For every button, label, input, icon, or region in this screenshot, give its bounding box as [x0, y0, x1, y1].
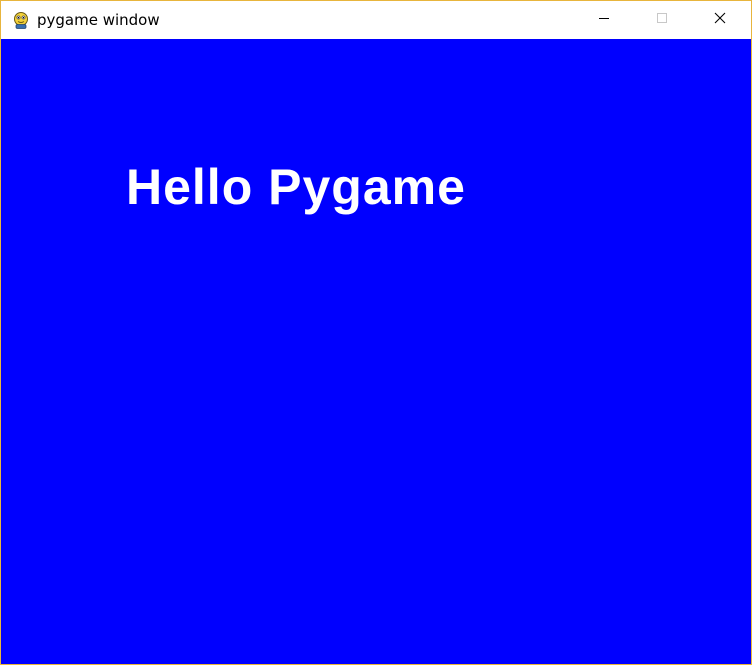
hello-text: Hello Pygame: [126, 159, 466, 215]
pygame-window: pygame window Hello Pygame: [0, 0, 752, 665]
minimize-button[interactable]: [575, 1, 633, 39]
minimize-icon: [598, 11, 610, 29]
maximize-icon: [656, 11, 668, 29]
close-icon: [714, 11, 726, 29]
maximize-button[interactable]: [633, 1, 691, 39]
pygame-snake-icon[interactable]: [11, 10, 31, 30]
close-button[interactable]: [691, 1, 749, 39]
game-canvas[interactable]: Hello Pygame: [1, 39, 751, 664]
window-title: pygame window: [37, 11, 160, 29]
title-bar[interactable]: pygame window: [1, 1, 751, 39]
